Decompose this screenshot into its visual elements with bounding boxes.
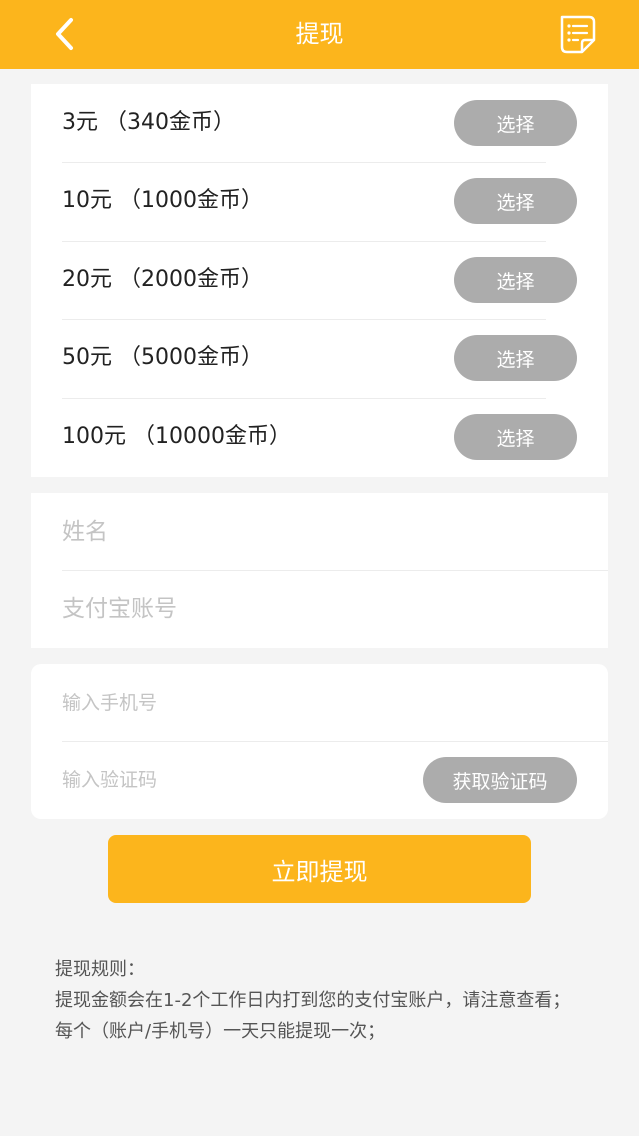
- amount-option: 10元 （1000金币） 选择: [31, 162, 608, 240]
- alipay-field-row: [31, 570, 608, 648]
- amount-option-label: 20元 （2000金币）: [62, 267, 263, 292]
- phone-verify-card: 获取验证码: [31, 664, 608, 819]
- document-list-icon: [560, 15, 596, 54]
- amount-option-label: 100元 （10000金币）: [62, 424, 291, 449]
- account-info-card: [31, 493, 608, 648]
- name-input[interactable]: [62, 493, 562, 571]
- get-code-button[interactable]: 获取验证码: [423, 757, 577, 803]
- amount-option-label: 10元 （1000金币）: [62, 188, 263, 213]
- amount-option: 100元 （10000金币） 选择: [31, 398, 608, 476]
- amount-option: 20元 （2000金币） 选择: [31, 241, 608, 319]
- withdraw-submit-button[interactable]: 立即提现: [108, 835, 531, 903]
- phone-field-row: [31, 664, 608, 742]
- amount-option: 3元 （340金币） 选择: [31, 84, 608, 162]
- name-field-row: [31, 493, 608, 571]
- chevron-left-icon: [56, 18, 73, 50]
- verification-code-input[interactable]: [62, 741, 402, 819]
- page-title: 提现: [295, 20, 344, 48]
- phone-input[interactable]: [62, 664, 402, 742]
- amount-options-card: 3元 （340金币） 选择 10元 （1000金币） 选择 20元 （2000金…: [31, 84, 608, 477]
- rules-title: 提现规则：: [55, 959, 145, 980]
- code-field-row: 获取验证码: [31, 741, 608, 819]
- back-button[interactable]: [44, 14, 84, 54]
- select-button[interactable]: 选择: [454, 257, 577, 303]
- amount-option-label: 3元 （340金币）: [62, 110, 235, 135]
- select-button[interactable]: 选择: [454, 178, 577, 224]
- select-button[interactable]: 选择: [454, 335, 577, 381]
- select-button[interactable]: 选择: [454, 414, 577, 460]
- select-button[interactable]: 选择: [454, 100, 577, 146]
- amount-option-label: 50元 （5000金币）: [62, 345, 263, 370]
- rules-line: 每个（账户/手机号）一天只能提现一次；: [55, 1021, 386, 1042]
- nav-bar: 提现: [0, 0, 639, 69]
- withdraw-rules: 提现规则： 提现金额会在1-2个工作日内打到您的支付宝账户，请注意查看； 每个（…: [55, 954, 595, 1047]
- amount-option: 50元 （5000金币） 选择: [31, 319, 608, 397]
- withdraw-record-button[interactable]: [556, 13, 598, 55]
- alipay-account-input[interactable]: [62, 570, 562, 648]
- rules-line: 提现金额会在1-2个工作日内打到您的支付宝账户，请注意查看；: [55, 990, 571, 1011]
